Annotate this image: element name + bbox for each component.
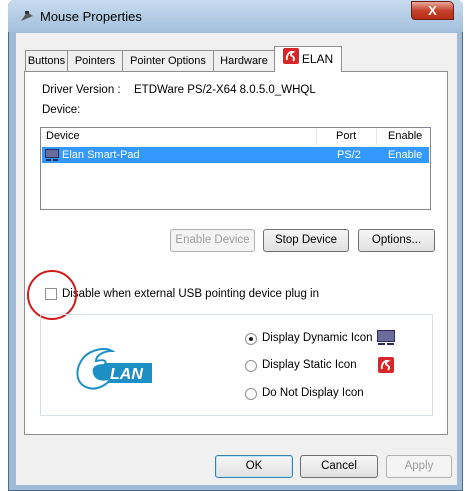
driver-version-label: Driver Version : bbox=[42, 84, 121, 96]
column-header-enable[interactable]: Enable bbox=[377, 128, 430, 145]
tab-buttons[interactable]: Buttons bbox=[25, 50, 68, 71]
disable-usb-label[interactable]: Disable when external USB pointing devic… bbox=[62, 288, 319, 300]
radio-label-static[interactable]: Display Static Icon bbox=[262, 359, 357, 371]
device-section-label: Device: bbox=[42, 104, 81, 116]
device-list[interactable]: Device Port Enable Elan Smart-Pad PS/2 E… bbox=[40, 127, 431, 210]
tab-label: Pointers bbox=[74, 55, 116, 67]
elan-logo-icon bbox=[282, 47, 299, 72]
stop-device-button[interactable]: Stop Device bbox=[263, 229, 349, 252]
radio-display-static-icon[interactable] bbox=[245, 360, 257, 372]
radio-label-none[interactable]: Do Not Display Icon bbox=[262, 387, 364, 399]
tab-pointers[interactable]: Pointers bbox=[67, 50, 123, 71]
radio-display-dynamic-icon[interactable] bbox=[245, 333, 257, 345]
elan-logo-text: LAN bbox=[110, 366, 143, 383]
column-header-device[interactable]: Device bbox=[41, 128, 317, 145]
apply-button[interactable]: Apply bbox=[386, 455, 452, 478]
tab-label: Hardware bbox=[220, 55, 268, 67]
close-button[interactable]: X bbox=[411, 1, 454, 20]
tab-elan[interactable]: ELAN bbox=[274, 46, 342, 72]
highlight-circle bbox=[27, 270, 77, 320]
window-title: Mouse Properties bbox=[40, 9, 142, 24]
ok-button[interactable]: OK bbox=[215, 455, 293, 478]
tab-hardware[interactable]: Hardware bbox=[213, 50, 275, 71]
device-enable-cell: Enable bbox=[388, 149, 423, 161]
tab-label: Pointer Options bbox=[130, 55, 206, 67]
options-button[interactable]: Options... bbox=[358, 229, 435, 252]
column-header-port[interactable]: Port bbox=[317, 128, 377, 145]
tab-label: ELAN bbox=[301, 52, 334, 66]
elan-logo-icon bbox=[378, 357, 394, 373]
device-name-cell: Elan Smart-Pad bbox=[62, 149, 140, 161]
touchpad-icon bbox=[45, 149, 59, 161]
close-icon: X bbox=[428, 3, 437, 18]
cancel-button[interactable]: Cancel bbox=[300, 455, 378, 478]
mouse-icon bbox=[20, 10, 34, 22]
device-port-cell: PS/2 bbox=[337, 149, 361, 161]
tab-label: Buttons bbox=[27, 55, 66, 67]
radio-label-dynamic[interactable]: Display Dynamic Icon bbox=[262, 332, 373, 344]
radio-do-not-display-icon[interactable] bbox=[245, 388, 257, 400]
elan-logo: LAN bbox=[66, 345, 154, 395]
tab-pointer-options[interactable]: Pointer Options bbox=[122, 50, 214, 71]
touchpad-icon bbox=[377, 330, 395, 346]
table-row[interactable]: Elan Smart-Pad PS/2 Enable bbox=[42, 147, 429, 163]
enable-device-button[interactable]: Enable Device bbox=[170, 229, 255, 252]
driver-version-value: ETDWare PS/2-X64 8.0.5.0_WHQL bbox=[134, 84, 316, 96]
